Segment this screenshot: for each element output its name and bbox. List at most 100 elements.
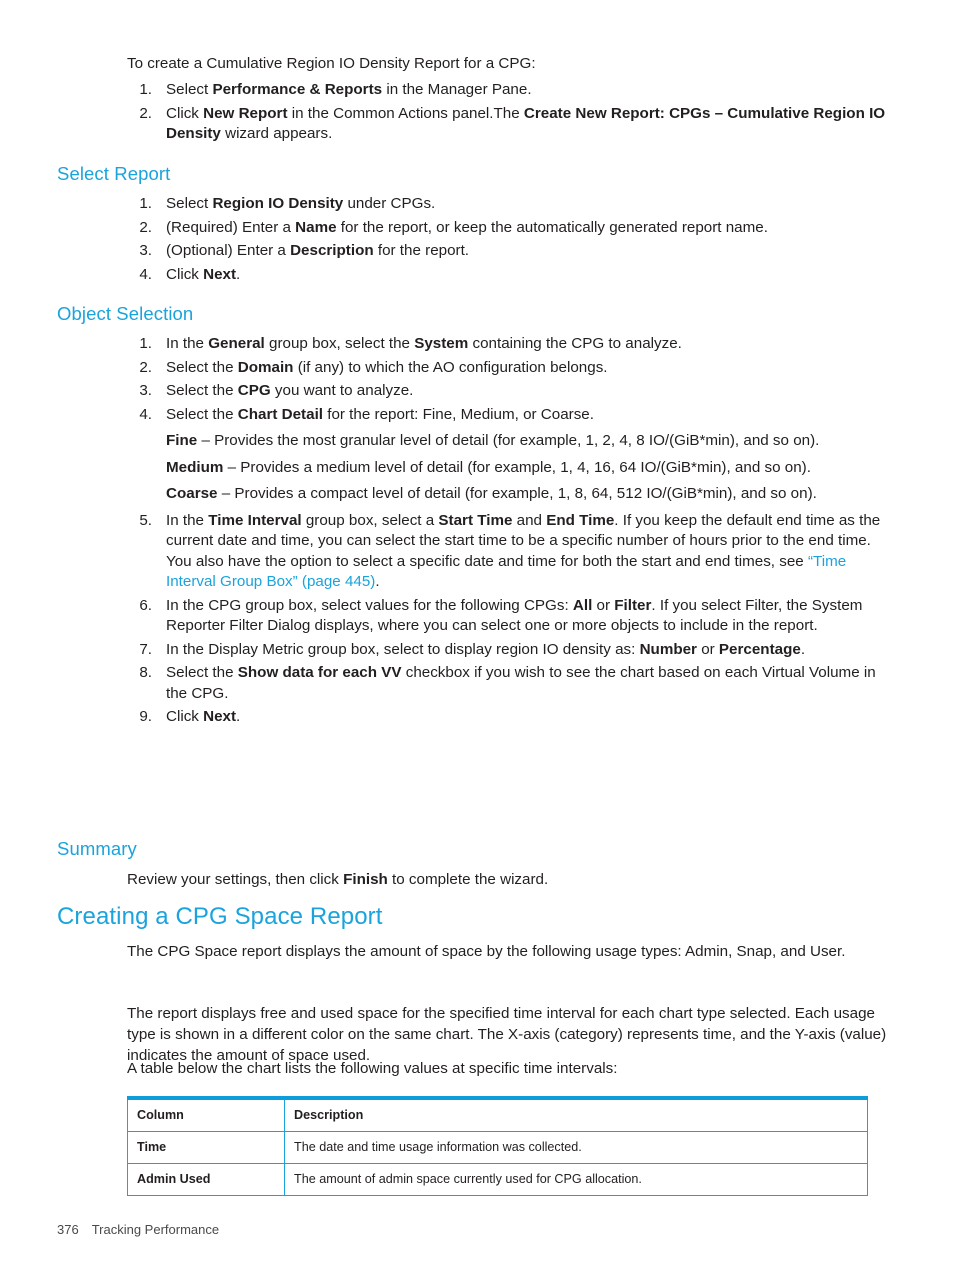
text-run: Select the xyxy=(166,382,238,399)
list-item-text: Select the Chart Detail for the report: … xyxy=(166,406,594,423)
text-run: – Provides the most granular level of de… xyxy=(197,432,820,449)
bold-term: Finish xyxy=(343,871,388,888)
page-footer: 376 Tracking Performance xyxy=(57,1222,219,1237)
bold-term: Region IO Density xyxy=(212,195,344,212)
list-item-text: Select the Domain (if any) to which the … xyxy=(166,359,608,376)
list-item-text: (Optional) Enter a Description for the r… xyxy=(166,242,469,259)
bold-term: Number xyxy=(639,640,697,658)
list-item-text: Select the CPG you want to analyze. xyxy=(166,382,413,399)
text-run: Click xyxy=(166,104,204,122)
cpg-space-paragraph-2: The report displays free and used space … xyxy=(127,1005,887,1064)
list-item-number: 3. xyxy=(139,382,152,399)
list-item-number: 4. xyxy=(139,265,152,283)
list-item-number: 9. xyxy=(139,708,152,725)
bold-term: Next xyxy=(203,708,237,725)
bold-term: System xyxy=(414,335,469,352)
text-run: containing the CPG to analyze. xyxy=(468,335,682,352)
list-item-number: 7. xyxy=(139,640,152,658)
text-run: Select xyxy=(166,195,213,212)
list-item: 4. Click Next. xyxy=(128,265,888,286)
list-item-text: Select the Show data for each VV checkbo… xyxy=(166,664,876,702)
list-item: 5. In the Time Interval group box, select… xyxy=(128,511,888,593)
text-run: Select the xyxy=(166,664,238,681)
text-run: in the Common Actions panel.The xyxy=(287,104,524,122)
list-item-text: In the General group box, select the Sys… xyxy=(166,335,682,352)
text-run: or xyxy=(696,640,719,658)
table-cell-description: The date and time usage information was … xyxy=(284,1131,868,1164)
footer-page-number: 376 xyxy=(57,1222,79,1237)
list-item-text: Select Region IO Density under CPGs. xyxy=(166,195,435,212)
table-body: Time The date and time usage information … xyxy=(127,1131,868,1196)
list-item-text: In the Display Metric group box, select … xyxy=(166,641,805,658)
table-header-description: Description xyxy=(284,1096,868,1132)
text-run: . xyxy=(375,573,380,590)
description-table-wrap: Column Description Time The date and time… xyxy=(127,1096,868,1196)
list-item: 9. Click Next. xyxy=(128,707,888,728)
text-run: In the xyxy=(166,511,209,529)
text-run: (if any) to which the AO configuration b… xyxy=(293,358,608,376)
cpg-space-paragraph-1: The CPG Space report displays the amount… xyxy=(127,943,846,960)
text-run: to complete the wizard. xyxy=(387,871,549,888)
intro-steps-list: 1. Select Performance & Reports in the Ma… xyxy=(128,80,888,145)
list-item-number: 3. xyxy=(139,242,152,259)
text-run: – Provides a medium level of detail (for… xyxy=(223,458,811,476)
text-run: under CPGs. xyxy=(343,195,436,212)
list-item: 3. (Optional) Enter a Description for the… xyxy=(128,241,888,262)
bold-term: All xyxy=(572,596,593,614)
text-run: (Optional) Enter a xyxy=(166,242,291,259)
summary-paragraph: Review your settings, then click Finish … xyxy=(127,869,887,890)
list-item-number: 1. xyxy=(139,335,152,352)
list-item: 7. In the Display Metric group box, selec… xyxy=(128,640,888,661)
bold-term: Description xyxy=(290,242,374,259)
text-run: in the Manager Pane. xyxy=(382,81,532,98)
description-table: Column Description Time The date and time… xyxy=(127,1096,868,1196)
bold-term: Start Time xyxy=(438,511,513,529)
text-run: for the report, or keep the automaticall… xyxy=(336,218,768,236)
bold-term: Domain xyxy=(237,358,294,376)
list-item: 1. In the General group box, select the S… xyxy=(128,334,888,355)
bold-term: Performance & Reports xyxy=(212,81,383,98)
heading-creating-cpg-space-report: Creating a CPG Space Report xyxy=(57,903,383,930)
bold-term: Time Interval xyxy=(208,511,302,529)
bold-term: Fine xyxy=(166,432,198,449)
list-item: 1. Select Performance & Reports in the Ma… xyxy=(128,80,888,101)
text-run: Click xyxy=(166,708,204,725)
list-item: 2. Click New Report in the Common Actions… xyxy=(128,104,888,145)
list-item: 6. In the CPG group box, select values fo… xyxy=(128,596,888,637)
list-item: 4. Select the Chart Detail for the report… xyxy=(128,405,888,505)
heading-select-report: Select Report xyxy=(57,163,171,184)
text-run: you want to analyze. xyxy=(270,382,414,399)
list-item-subparagraph: Fine – Provides the most granular level … xyxy=(166,431,888,452)
text-run: or xyxy=(592,596,615,614)
list-item-number: 4. xyxy=(139,405,152,423)
text-run: – Provides a compact level of detail (fo… xyxy=(217,485,817,502)
list-item-subparagraph: Medium – Provides a medium level of deta… xyxy=(166,458,888,479)
bold-term: Name xyxy=(295,218,337,236)
text-run: group box, select a xyxy=(301,511,439,529)
bold-term: General xyxy=(208,335,265,352)
list-item: 3. Select the CPG you want to analyze. xyxy=(128,381,888,402)
text-run: Select xyxy=(166,81,213,98)
text-run: . xyxy=(800,640,806,658)
cpg-space-paragraph-3: A table below the chart lists the follow… xyxy=(127,1060,618,1077)
text-run: group box, select the xyxy=(264,335,415,352)
table-row: Admin Used The amount of admin space curr… xyxy=(127,1163,868,1196)
list-item-text: Click New Report in the Common Actions p… xyxy=(166,105,885,143)
document-page: To create a Cumulative Region IO Density… xyxy=(0,0,954,1271)
bold-term: CPG xyxy=(237,382,271,399)
list-item-number: 2. xyxy=(139,218,152,236)
list-item-number: 8. xyxy=(139,664,152,681)
footer-chapter-title: Tracking Performance xyxy=(91,1222,220,1237)
text-run: for the report: Fine, Medium, or Coarse. xyxy=(323,405,594,423)
text-run: (Required) Enter a xyxy=(166,218,296,236)
table-cell-description: The amount of admin space currently used… xyxy=(284,1163,868,1196)
bold-term: End Time xyxy=(546,511,615,529)
object-selection-steps-list: 1. In the General group box, select the S… xyxy=(128,334,888,728)
list-item: 8. Select the Show data for each VV check… xyxy=(128,663,888,704)
text-run: Review your settings, then click xyxy=(127,871,344,888)
text-run: Select the xyxy=(166,405,238,423)
text-run: In the CPG group box, select values for … xyxy=(166,596,573,614)
list-item: 1. Select Region IO Density under CPGs. xyxy=(128,194,888,215)
bold-term: Coarse xyxy=(166,485,218,502)
list-item-number: 5. xyxy=(139,511,152,529)
